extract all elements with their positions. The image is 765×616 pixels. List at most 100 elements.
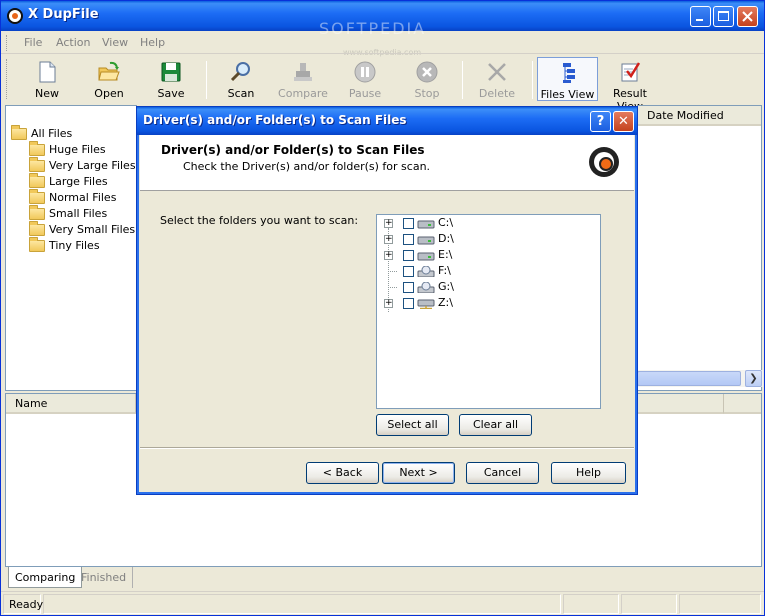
result-view-button[interactable]: Result View: [600, 57, 660, 113]
files-view-label: Files View: [540, 88, 595, 101]
tree-item-label: Tiny Files: [49, 239, 100, 252]
help-icon: ?: [596, 114, 605, 129]
maximize-button[interactable]: [713, 6, 734, 27]
dialog-close-button[interactable]: ✕: [613, 111, 634, 132]
dialog-title-bar[interactable]: Driver(s) and/or Folder(s) to Scan Files…: [137, 107, 637, 135]
menu-help[interactable]: Help: [140, 36, 165, 49]
drive-name: F:\: [438, 264, 451, 277]
files-view-button[interactable]: Files View: [537, 57, 598, 101]
drive-tree[interactable]: + C:\ + D:\ + E:\ F:\ G:\ + Z:\: [376, 214, 601, 409]
save-button[interactable]: Save: [141, 57, 201, 101]
pause-icon: [354, 61, 376, 83]
dialog-subheading: Check the Driver(s) and/or folder(s) for…: [183, 160, 431, 173]
delete-label: Delete: [478, 87, 516, 100]
folder-icon: [11, 125, 27, 140]
drive-item-g[interactable]: G:\: [377, 279, 577, 295]
tab-comparing[interactable]: Comparing: [8, 567, 83, 588]
expand-icon[interactable]: +: [384, 299, 393, 308]
magnifier-icon: [230, 62, 250, 82]
status-bar: Ready: [1, 591, 764, 615]
select-all-button[interactable]: Select all: [376, 414, 449, 436]
minimize-button[interactable]: [690, 6, 711, 27]
save-disk-icon: [161, 62, 181, 82]
tree-item-normal-files[interactable]: Normal Files: [29, 189, 116, 207]
menu-file[interactable]: File: [24, 36, 42, 49]
drive-name: Z:\: [438, 296, 453, 309]
drive-checkbox[interactable]: [403, 234, 414, 245]
hard-drive-icon: [417, 220, 435, 229]
toolbar-grip: [6, 59, 9, 99]
drive-item-c[interactable]: + C:\: [377, 215, 577, 231]
drive-item-d[interactable]: + D:\: [377, 231, 577, 247]
status-text: Ready: [3, 594, 43, 614]
column-header-date-modified[interactable]: Date Modified: [638, 106, 761, 126]
column-header-partial[interactable]: d: [628, 394, 724, 414]
tree-item-large-files[interactable]: Large Files: [29, 173, 108, 191]
drive-checkbox[interactable]: [403, 298, 414, 309]
delete-icon: [488, 63, 506, 81]
toolbar-separator: [206, 61, 207, 99]
save-label: Save: [157, 87, 185, 100]
hard-drive-icon: [417, 252, 435, 261]
status-panel: [621, 594, 677, 614]
clear-all-button[interactable]: Clear all: [459, 414, 532, 436]
menu-bar: File Action View Help: [1, 32, 764, 54]
drive-checkbox[interactable]: [403, 250, 414, 261]
tree-item-huge-files[interactable]: Huge Files: [29, 141, 106, 159]
help-button[interactable]: Help: [551, 462, 626, 484]
compare-icon: [294, 63, 312, 81]
network-drive-icon: [417, 299, 435, 309]
compare-button[interactable]: Compare: [273, 57, 333, 101]
result-view-icon: [621, 62, 641, 82]
new-document-icon: [39, 61, 56, 83]
tree-item-very-large-files[interactable]: Very Large Files: [29, 157, 136, 175]
expand-icon[interactable]: +: [384, 235, 393, 244]
open-label: Open: [94, 87, 124, 100]
drive-item-f[interactable]: F:\: [377, 263, 577, 279]
open-button[interactable]: Open: [79, 57, 139, 101]
new-label: New: [35, 87, 59, 100]
folder-icon: [29, 205, 45, 220]
delete-button[interactable]: Delete: [467, 57, 527, 101]
file-list-hscrollbar[interactable]: ❯: [637, 370, 763, 387]
tree-item-all-files[interactable]: All Files: [11, 125, 72, 143]
stop-button[interactable]: Stop: [397, 57, 457, 101]
expand-icon[interactable]: +: [384, 219, 393, 228]
scrollbar-thumb[interactable]: [637, 371, 741, 386]
hard-drive-icon: [417, 236, 435, 245]
drive-checkbox[interactable]: [403, 218, 414, 229]
toolbar-separator: [462, 61, 463, 99]
cancel-button[interactable]: Cancel: [466, 462, 539, 484]
open-folder-icon: [98, 61, 120, 81]
dialog-help-button[interactable]: ?: [590, 111, 611, 132]
menu-action[interactable]: Action: [56, 36, 90, 49]
folder-icon: [29, 237, 45, 252]
drive-checkbox[interactable]: [403, 266, 414, 277]
close-icon: [742, 11, 753, 22]
cd-drive-icon: [417, 266, 435, 277]
tree-item-label: Very Small Files: [49, 223, 136, 236]
files-view-icon: [562, 63, 575, 83]
expand-icon[interactable]: +: [384, 251, 393, 260]
scroll-right-arrow-icon[interactable]: ❯: [745, 370, 762, 387]
window-title: X DupFile: [28, 7, 99, 22]
folder-icon: [29, 173, 45, 188]
next-button[interactable]: Next >: [382, 462, 455, 484]
tab-finished[interactable]: Finished: [75, 567, 134, 588]
back-button[interactable]: < Back: [306, 462, 379, 484]
drive-item-z[interactable]: + Z:\: [377, 295, 577, 311]
dialog-heading: Driver(s) and/or Folder(s) to Scan Files: [161, 143, 425, 157]
tree-item-very-small-files[interactable]: Very Small Files: [29, 221, 136, 239]
drive-name: D:\: [438, 232, 454, 245]
new-button[interactable]: New: [17, 57, 77, 101]
close-button[interactable]: [737, 6, 758, 27]
pause-button[interactable]: Pause: [335, 57, 395, 101]
drive-item-e[interactable]: + E:\: [377, 247, 577, 263]
column-header-name[interactable]: Name: [6, 394, 136, 414]
tree-item-tiny-files[interactable]: Tiny Files: [29, 237, 100, 255]
tree-item-label: Large Files: [49, 175, 108, 188]
tree-item-small-files[interactable]: Small Files: [29, 205, 107, 223]
menu-view[interactable]: View: [102, 36, 128, 49]
scan-button[interactable]: Scan: [211, 57, 271, 101]
drive-checkbox[interactable]: [403, 282, 414, 293]
